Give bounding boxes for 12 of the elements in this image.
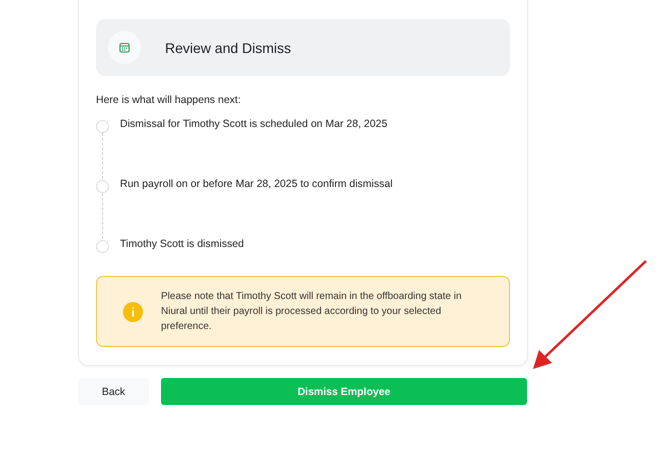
- section-title: Review and Dismiss: [165, 40, 292, 56]
- step-text: Dismissal for Timothy Scott is scheduled on Mar 28, 2025: [120, 117, 388, 131]
- step-marker: [96, 120, 109, 133]
- step-text: Run payroll on or before Mar 28, 2025 to confirm dismissal: [120, 177, 393, 191]
- back-button[interactable]: Back: [78, 378, 149, 405]
- intro-text: Here is what will happens next:: [96, 93, 242, 107]
- notice-text: Please note that Timothy Scott will remain in the offboarding state in Niural until their payroll is processed according to your selected preference.: [161, 290, 463, 334]
- info-icon: [123, 302, 143, 322]
- step-marker: [96, 240, 109, 253]
- step-marker: [96, 180, 109, 193]
- calendar-icon: [108, 31, 141, 64]
- step-text: Timothy Scott is dismissed: [120, 237, 244, 251]
